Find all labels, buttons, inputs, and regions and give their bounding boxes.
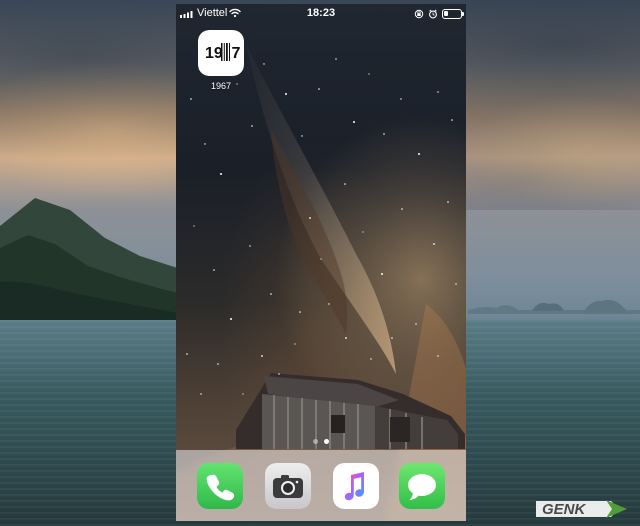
page-dot[interactable] — [313, 439, 318, 444]
page-dot-active[interactable] — [324, 439, 329, 444]
status-indicators — [414, 7, 464, 21]
desktop-background: Viettel 18:23 19 7 1967 GENK — [0, 0, 640, 526]
phone-app[interactable] — [197, 463, 243, 509]
battery-icon — [442, 9, 464, 19]
battery-level — [444, 11, 448, 16]
music-app[interactable] — [333, 463, 379, 509]
status-bar: Viettel 18:23 — [176, 4, 466, 24]
alarm-icon — [429, 9, 437, 19]
camera-app[interactable] — [265, 463, 311, 509]
page-indicator — [176, 439, 466, 447]
app-1967-label: 1967 — [210, 81, 232, 91]
camera-icon — [265, 463, 311, 509]
iphone-home-screen: Viettel 18:23 19 7 1967 — [176, 4, 466, 521]
genk-watermark: GENK — [533, 497, 631, 521]
distant-islands — [468, 300, 640, 314]
watermark-text: GENK — [542, 501, 587, 518]
messages-app[interactable] — [399, 463, 445, 509]
barcode-logo-icon: 19 7 — [198, 30, 244, 76]
app-1967[interactable]: 19 7 1967 — [198, 30, 244, 91]
app-tile-prefix: 19 — [205, 45, 223, 62]
dock — [176, 450, 466, 521]
music-icon — [333, 463, 379, 509]
genk-logo-icon: GENK — [536, 500, 627, 518]
phone-icon — [197, 463, 243, 509]
app-tile-suffix: 7 — [232, 45, 241, 62]
messages-icon — [399, 463, 445, 509]
rotation-lock-icon — [414, 9, 424, 19]
mountain-range — [0, 198, 190, 330]
app-1967-icon[interactable]: 19 7 — [198, 30, 244, 76]
